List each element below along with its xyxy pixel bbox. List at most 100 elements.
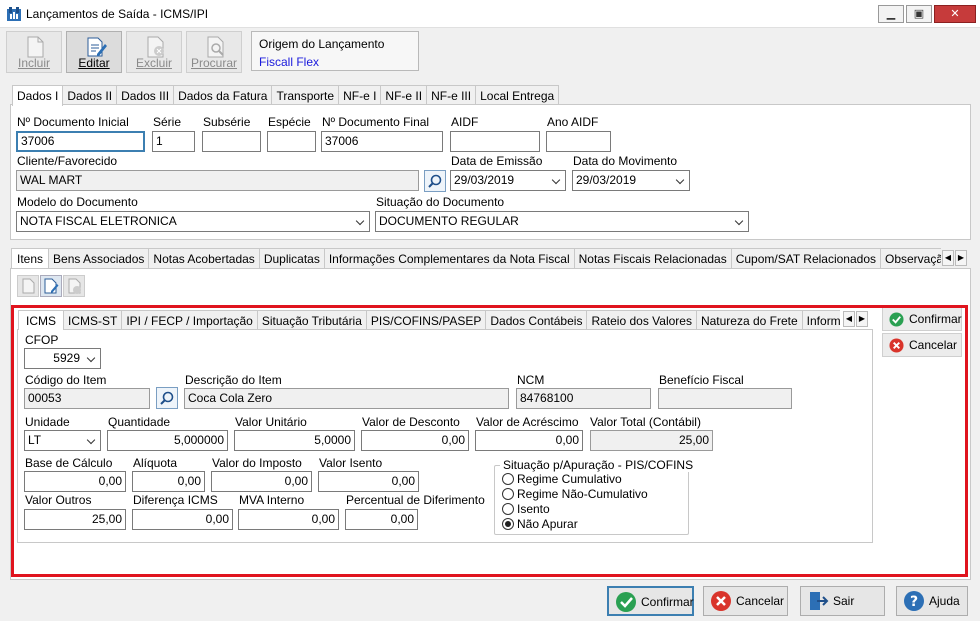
cliente-input[interactable]: WAL MART xyxy=(16,170,419,191)
cfop-select[interactable]: 5929 xyxy=(24,348,101,369)
radio-regime-nao-cumulativo[interactable] xyxy=(502,488,514,500)
tab-observacao[interactable]: Observação d xyxy=(880,248,941,268)
item-tabs-scroll-left[interactable]: ◀ xyxy=(942,250,954,266)
modelo-select[interactable]: NOTA FISCAL ELETRONICA xyxy=(16,211,370,232)
valor-unitario-input[interactable]: 5,0000 xyxy=(234,430,355,451)
incluir-label: Incluir xyxy=(17,56,50,70)
radio-regime-cumulativo[interactable] xyxy=(502,473,514,485)
confirmar-label: Confirmar xyxy=(641,595,694,609)
incluir-button[interactable]: Incluir xyxy=(6,31,62,73)
tab-dados-iii[interactable]: Dados III xyxy=(116,85,175,105)
tax-tabs-scroll-right[interactable]: ▶ xyxy=(856,311,868,327)
tab-nfe-ii[interactable]: NF-e II xyxy=(380,85,428,105)
tab-icms[interactable]: ICMS xyxy=(18,310,64,330)
tab-dados-fatura[interactable]: Dados da Fatura xyxy=(173,85,273,105)
tab-nfe-i[interactable]: NF-e I xyxy=(338,85,382,105)
item-tabs-scroll-right[interactable]: ▶ xyxy=(955,250,967,266)
item-edit-button[interactable] xyxy=(40,275,62,297)
tab-nfe-iii[interactable]: NF-e III xyxy=(426,85,477,105)
tab-pis-cofins[interactable]: PIS/COFINS/PASEP xyxy=(365,310,487,330)
edit-document-icon xyxy=(87,37,107,57)
tab-ipi-fecp[interactable]: IPI / FECP / Importação xyxy=(121,310,258,330)
tab-icms-st[interactable]: ICMS-ST xyxy=(63,310,123,330)
tab-rateio-valores[interactable]: Rateio dos Valores xyxy=(586,310,697,330)
new-document-icon xyxy=(27,36,44,58)
data-emissao-picker[interactable]: 29/03/2019 xyxy=(450,170,566,191)
minimize-button[interactable]: ▁ xyxy=(878,5,904,23)
tab-dados-contabeis[interactable]: Dados Contábeis xyxy=(485,310,588,330)
valor-imposto-label: Valor do Imposto xyxy=(212,456,302,470)
tab-natureza-frete[interactable]: Natureza do Frete xyxy=(695,310,803,330)
cancelar-button[interactable]: Cancelar xyxy=(703,586,788,616)
especie-input[interactable] xyxy=(267,131,316,152)
unidade-select[interactable]: LT xyxy=(24,430,101,451)
valor-desconto-input[interactable]: 0,00 xyxy=(361,430,469,451)
cancel-circle-icon xyxy=(711,591,731,611)
aidf-input[interactable] xyxy=(450,131,540,152)
beneficio-input[interactable] xyxy=(658,388,792,409)
tab-notas-relacionadas[interactable]: Notas Fiscais Relacionadas xyxy=(573,248,732,268)
origin-value: Fiscall Flex xyxy=(259,55,320,69)
aidf-label: AIDF xyxy=(451,115,479,129)
item-confirmar-button[interactable]: Confirmar xyxy=(882,307,962,331)
aliquota-input[interactable]: 0,00 xyxy=(132,471,205,492)
tab-notas-acobertadas[interactable]: Notas Acobertadas xyxy=(148,248,260,268)
tab-dados-ii[interactable]: Dados II xyxy=(62,85,118,105)
cliente-search-button[interactable] xyxy=(424,170,446,192)
doc-final-input[interactable]: 37006 xyxy=(321,131,443,152)
beneficio-label: Benefício Fiscal xyxy=(659,373,744,387)
tab-local-entrega[interactable]: Local Entrega xyxy=(475,85,560,105)
tab-informacoes-complementares[interactable]: Informações Complementares da Nota Fisca… xyxy=(323,248,575,268)
tab-situacao-tributaria[interactable]: Situação Tributária xyxy=(256,310,367,330)
perc-diferimento-label: Percentual de Diferimento xyxy=(346,493,485,507)
valor-acrescimo-input[interactable]: 0,00 xyxy=(475,430,583,451)
situacao-select[interactable]: DOCUMENTO REGULAR xyxy=(375,211,749,232)
item-cancelar-button[interactable]: Cancelar xyxy=(882,333,962,357)
valor-outros-input[interactable]: 25,00 xyxy=(24,509,126,530)
aliquota-label: Alíquota xyxy=(133,456,178,470)
confirmar-button[interactable]: Confirmar xyxy=(607,586,694,616)
valor-total-input[interactable]: 25,00 xyxy=(590,430,713,451)
base-calculo-input[interactable]: 0,00 xyxy=(24,471,126,492)
ano-aidf-input[interactable] xyxy=(546,131,611,152)
especie-label: Espécie xyxy=(268,115,311,129)
tab-cupom-sat[interactable]: Cupom/SAT Relacionados xyxy=(730,248,881,268)
mva-interno-input[interactable]: 0,00 xyxy=(238,509,339,530)
ajuda-button[interactable]: ? Ajuda xyxy=(896,586,968,616)
perc-diferimento-input[interactable]: 0,00 xyxy=(345,509,418,530)
item-delete-button[interactable] xyxy=(63,275,85,297)
subserie-input[interactable] xyxy=(202,131,261,152)
item-search-button[interactable] xyxy=(156,387,178,409)
tax-tabs-scroll-left[interactable]: ◀ xyxy=(843,311,855,327)
window-title: Lançamentos de Saída - ICMS/IPI xyxy=(26,7,209,21)
edit-item-icon xyxy=(44,278,59,294)
tab-transporte[interactable]: Transporte xyxy=(271,85,340,105)
editar-button[interactable]: Editar xyxy=(66,31,122,73)
tab-bens-associados[interactable]: Bens Associados xyxy=(48,248,150,268)
doc-final-label: Nº Documento Final xyxy=(322,115,430,129)
data-movimento-picker[interactable]: 29/03/2019 xyxy=(572,170,690,191)
doc-inicial-input[interactable]: 37006 xyxy=(16,131,145,152)
valor-isento-input[interactable]: 0,00 xyxy=(318,471,419,492)
item-cancelar-label: Cancelar xyxy=(909,338,958,352)
sair-label: Sair xyxy=(833,594,855,608)
tab-itens[interactable]: Itens xyxy=(11,248,50,268)
diferenca-icms-input[interactable]: 0,00 xyxy=(132,509,233,530)
procurar-button[interactable]: Procurar xyxy=(186,31,242,73)
radio-isento[interactable] xyxy=(502,503,514,515)
radio-nao-apurar[interactable] xyxy=(502,518,514,530)
item-new-button[interactable] xyxy=(17,275,39,297)
ncm-input[interactable]: 84768100 xyxy=(516,388,651,409)
quantidade-input[interactable]: 5,000000 xyxy=(107,430,228,451)
valor-imposto-input[interactable]: 0,00 xyxy=(211,471,312,492)
tab-dados-i[interactable]: Dados I xyxy=(12,85,64,106)
codigo-item-input[interactable]: 00053 xyxy=(24,388,150,409)
descricao-item-input[interactable]: Coca Cola Zero xyxy=(184,388,509,409)
maximize-button[interactable]: ▣ xyxy=(906,5,932,23)
tab-informacoes[interactable]: Informações xyxy=(801,310,840,330)
serie-input[interactable]: 1 xyxy=(152,131,195,152)
tab-duplicatas[interactable]: Duplicatas xyxy=(258,248,325,268)
close-button[interactable]: ✕ xyxy=(934,5,976,23)
excluir-button[interactable]: Excluir xyxy=(126,31,182,73)
sair-button[interactable]: Sair xyxy=(800,586,885,616)
